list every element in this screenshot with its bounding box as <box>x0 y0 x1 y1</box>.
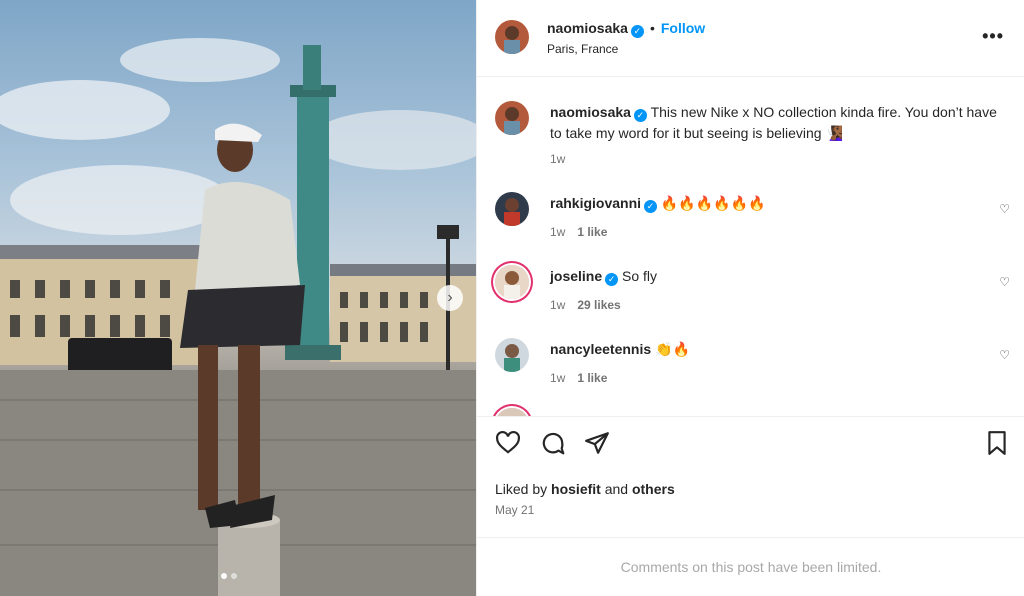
author-avatar[interactable] <box>495 101 529 135</box>
post-side-panel: naomiosaka ✓ • Follow Paris, France ••• nao… <box>476 0 1024 596</box>
comment-username[interactable]: nancyleetennis <box>550 341 651 357</box>
like-comment-heart-icon[interactable]: ♡ <box>999 348 1010 362</box>
avatar-image <box>495 101 529 135</box>
comment-likes[interactable]: 1 like <box>577 225 607 239</box>
chevron-right-icon: › <box>447 289 453 306</box>
follow-button[interactable]: Follow <box>661 20 705 36</box>
heart-icon[interactable] <box>495 430 521 456</box>
comment-text: joseline ✓ So fly <box>550 266 657 287</box>
liked-by: Liked by hosiefit and others <box>495 481 675 497</box>
comment-item-partial <box>495 408 1010 416</box>
avatar-image <box>495 192 529 226</box>
comment-time: 1w <box>550 371 566 385</box>
liked-by-user[interactable]: hosiefit <box>551 481 601 497</box>
comments-list[interactable]: naomiosaka ✓ This new Nike x NO collectio… <box>477 77 1024 417</box>
comment-time: 1w <box>550 298 566 312</box>
author-avatar[interactable] <box>495 20 529 54</box>
comment-time: 1w <box>550 225 566 239</box>
like-comment-heart-icon[interactable]: ♡ <box>999 275 1010 289</box>
like-comment-heart-icon[interactable]: ♡ <box>999 202 1010 216</box>
liked-by-prefix: Liked by <box>495 481 552 497</box>
verified-icon: ✓ <box>605 273 619 286</box>
comment-meta: 1w 1 like <box>550 371 607 385</box>
carousel-dot <box>221 573 227 579</box>
avatar-image <box>495 338 529 372</box>
avatar-image <box>495 408 529 416</box>
post-location[interactable]: Paris, France <box>547 42 618 56</box>
comment-body: 👏🔥 <box>655 341 690 357</box>
comment-username[interactable]: rahkigiovanni <box>550 195 641 211</box>
carousel-indicator <box>221 573 237 579</box>
commenter-avatar[interactable] <box>495 338 529 372</box>
save-bookmark-icon[interactable] <box>984 430 1010 456</box>
verified-icon: ✓ <box>633 109 647 122</box>
commenter-avatar[interactable] <box>495 265 529 299</box>
liked-by-and: and <box>600 481 632 497</box>
commenter-avatar[interactable] <box>495 408 529 416</box>
post-header: naomiosaka ✓ • Follow Paris, France ••• <box>477 0 1024 77</box>
comment-item: nancyleetennis 👏🔥 ♡ 1w 1 like <box>495 338 1010 388</box>
photo-scene <box>0 38 476 596</box>
comment-item: rahkigiovanni ✓ 🔥🔥🔥🔥🔥🔥 ♡ 1w 1 like <box>495 192 1010 242</box>
comment-icon[interactable] <box>540 430 566 456</box>
caption-username[interactable]: naomiosaka <box>550 104 631 120</box>
separator-dot: • <box>649 20 655 36</box>
author-username[interactable]: naomiosaka <box>547 20 628 36</box>
post-actions <box>495 430 1010 464</box>
post-photo: › <box>0 0 476 596</box>
comment-item: joseline ✓ So fly ♡ 1w 29 likes <box>495 265 1010 315</box>
next-photo-button[interactable]: › <box>437 285 463 311</box>
verified-icon: ✓ <box>630 25 644 38</box>
liked-by-others[interactable]: others <box>632 481 675 497</box>
caption: naomiosaka ✓ This new Nike x NO collectio… <box>495 101 1010 171</box>
comment-body: 🔥🔥🔥🔥🔥🔥 <box>660 195 766 211</box>
avatar-image <box>495 20 529 54</box>
comment-meta: 1w 1 like <box>550 225 607 239</box>
caption-text: naomiosaka ✓ This new Nike x NO collectio… <box>550 102 1000 144</box>
comment-text: nancyleetennis 👏🔥 <box>550 339 690 360</box>
carousel-dot <box>231 573 237 579</box>
comment-likes[interactable]: 29 likes <box>577 298 620 312</box>
comment-text: rahkigiovanni ✓ 🔥🔥🔥🔥🔥🔥 <box>550 193 766 214</box>
comment-username[interactable]: joseline <box>550 268 602 284</box>
verified-icon: ✓ <box>644 200 658 213</box>
author-line: naomiosaka ✓ • Follow <box>547 20 705 38</box>
share-icon[interactable] <box>584 430 610 456</box>
comment-meta: 1w 29 likes <box>550 298 621 312</box>
comments-limited-notice: Comments on this post have been limited. <box>477 537 1024 596</box>
avatar-image <box>495 265 529 299</box>
comment-body: So fly <box>622 268 658 284</box>
comment-likes[interactable]: 1 like <box>577 371 607 385</box>
more-options-icon[interactable]: ••• <box>982 26 1004 47</box>
caption-time: 1w <box>550 152 566 166</box>
post-date[interactable]: May 21 <box>495 503 534 517</box>
commenter-avatar[interactable] <box>495 192 529 226</box>
